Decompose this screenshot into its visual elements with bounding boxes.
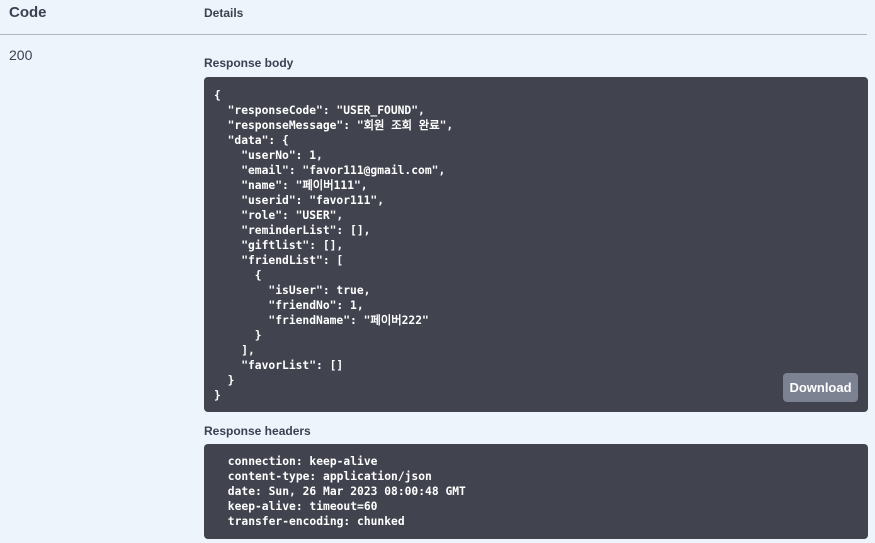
response-headers-block[interactable]: connection: keep-alive content-type: app… [204,444,868,539]
response-status-code: 200 [9,47,33,63]
code-column-header: Code [9,4,47,21]
response-body-block[interactable]: { "responseCode": "USER_FOUND", "respons… [204,77,868,412]
header-divider [0,34,867,35]
response-body-json[interactable]: { "responseCode": "USER_FOUND", "respons… [214,88,868,403]
download-button[interactable]: Download [783,373,858,402]
response-headers-text[interactable]: connection: keep-alive content-type: app… [221,454,868,529]
response-headers-label: Response headers [204,424,311,438]
response-body-label: Response body [204,56,294,70]
details-column-header: Details [204,6,244,20]
